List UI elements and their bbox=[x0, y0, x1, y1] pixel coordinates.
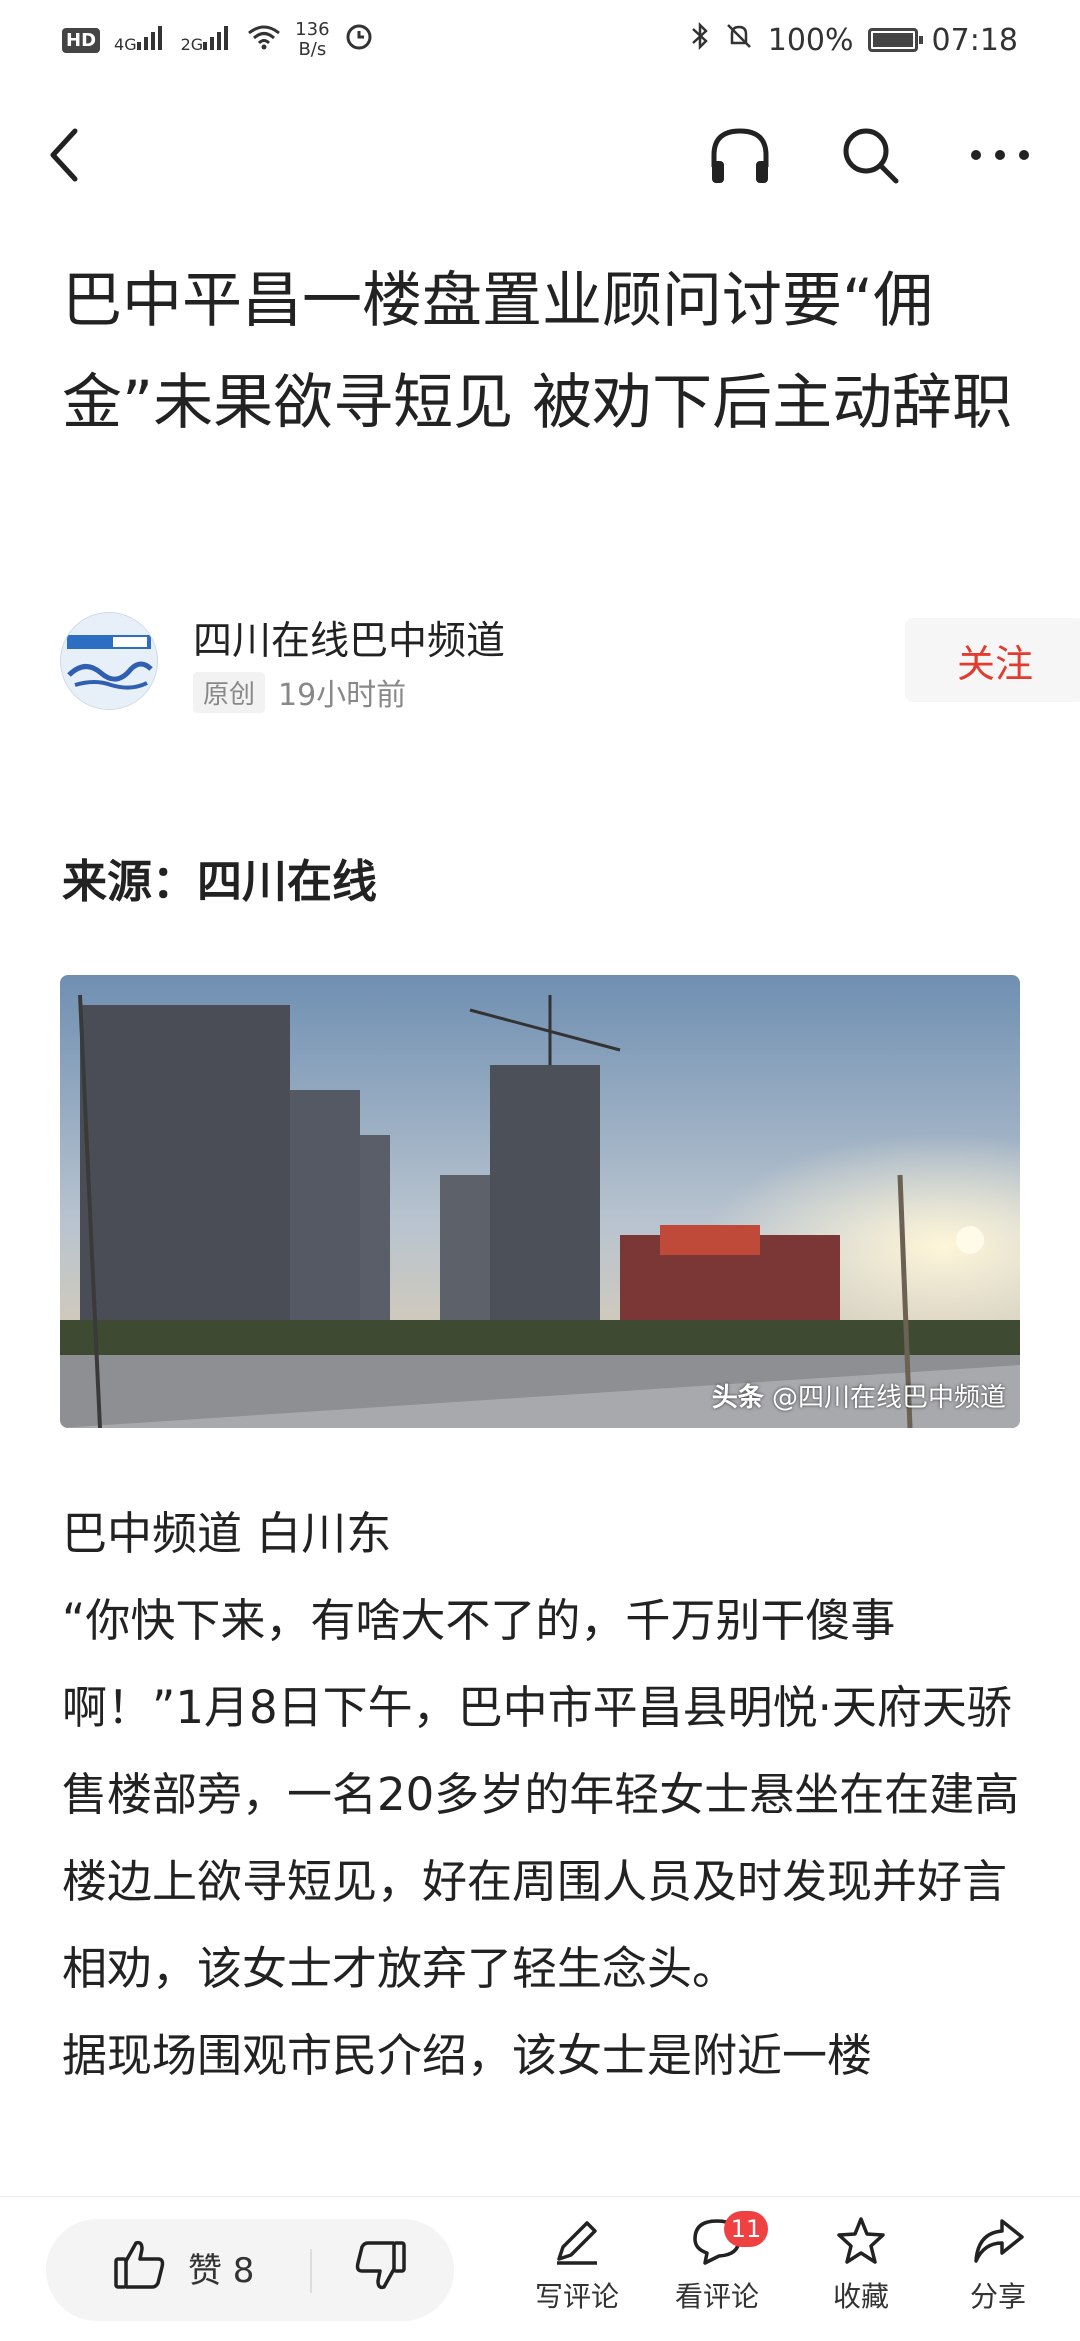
like-button[interactable]: 赞 8 bbox=[112, 2237, 254, 2297]
article-photo[interactable]: 头条 @四川在线巴中频道 bbox=[60, 975, 1020, 1428]
sim2-signal: 2G bbox=[181, 26, 234, 54]
share-icon bbox=[970, 2219, 1026, 2271]
alarm-icon bbox=[344, 21, 374, 59]
battery-icon bbox=[867, 28, 923, 52]
status-bar: HD 4G 2G 136 B/s 100% 07:18 bbox=[0, 0, 1080, 80]
article-source: 来源：四川在线 bbox=[62, 855, 378, 908]
favorite-label: 收藏 bbox=[832, 2280, 889, 2313]
view-comments-label: 看评论 bbox=[674, 2280, 759, 2313]
article-title: 巴中平昌一楼盘置业顾问讨要“佣金”未果欲寻短见 被劝下后主动辞职 bbox=[62, 266, 1013, 438]
like-pill: 赞 8 bbox=[46, 2219, 454, 2321]
comment-bubble-icon bbox=[689, 2219, 745, 2271]
view-comments-button[interactable]: 11 看评论 bbox=[662, 2211, 772, 2315]
hd-indicator: HD bbox=[62, 27, 101, 53]
write-comment-label: 写评论 bbox=[534, 2280, 619, 2313]
divider bbox=[310, 2249, 312, 2293]
like-count: 赞 8 bbox=[188, 2250, 255, 2291]
follow-button[interactable]: 关注 bbox=[905, 618, 1080, 702]
author-avatar[interactable] bbox=[60, 612, 158, 710]
search-icon[interactable] bbox=[835, 120, 905, 190]
share-label: 分享 bbox=[969, 2280, 1026, 2313]
battery-percent: 100% bbox=[767, 22, 854, 58]
comment-count-badge: 11 bbox=[724, 2211, 768, 2247]
bluetooth-icon bbox=[690, 21, 710, 59]
pen-icon bbox=[551, 2221, 603, 2271]
sim1-signal: 4G bbox=[114, 26, 167, 54]
headphones-icon[interactable] bbox=[705, 120, 775, 190]
write-comment-button[interactable]: 写评论 bbox=[522, 2215, 632, 2315]
publish-time: 19小时前 bbox=[278, 678, 407, 713]
paragraph: 巴中频道 白川东 bbox=[62, 1507, 392, 1560]
mute-icon bbox=[724, 21, 754, 59]
photo-watermark: 头条 @四川在线巴中频道 bbox=[711, 1383, 1006, 1413]
bottom-action-bar: 赞 8 写评论 11 看评论 收藏 分享 bbox=[0, 2196, 1080, 2341]
original-tag: 原创 bbox=[193, 672, 266, 713]
share-button[interactable]: 分享 bbox=[943, 2215, 1053, 2315]
article-body: 巴中频道 白川东 “你快下来，有啥大不了的，千万别干傻事啊！”1月8日下午，巴中… bbox=[62, 1490, 1022, 2099]
author-name[interactable]: 四川在线巴中频道 bbox=[193, 610, 505, 666]
favorite-button[interactable]: 收藏 bbox=[806, 2215, 916, 2315]
network-speed: 136 B/s bbox=[295, 19, 330, 60]
author-row: 四川在线巴中频道 原创 19小时前 关注 bbox=[60, 610, 1080, 713]
back-arrow-icon[interactable] bbox=[30, 120, 100, 190]
more-icon[interactable] bbox=[965, 120, 1035, 190]
star-icon bbox=[833, 2217, 889, 2271]
dislike-button[interactable] bbox=[352, 2237, 408, 2297]
thumbs-up-icon bbox=[112, 2237, 168, 2297]
wifi-icon bbox=[247, 23, 281, 58]
paragraph: “你快下来，有啥大不了的，千万别干傻事啊！”1月8日下午，巴中市平昌县明悦·天府… bbox=[62, 1594, 1020, 1995]
thumbs-down-icon bbox=[352, 2241, 408, 2297]
clock: 07:18 bbox=[931, 22, 1018, 58]
paragraph: 据现场围观市民介绍，该女士是附近一楼 bbox=[62, 2029, 873, 2082]
top-nav bbox=[0, 100, 1080, 200]
